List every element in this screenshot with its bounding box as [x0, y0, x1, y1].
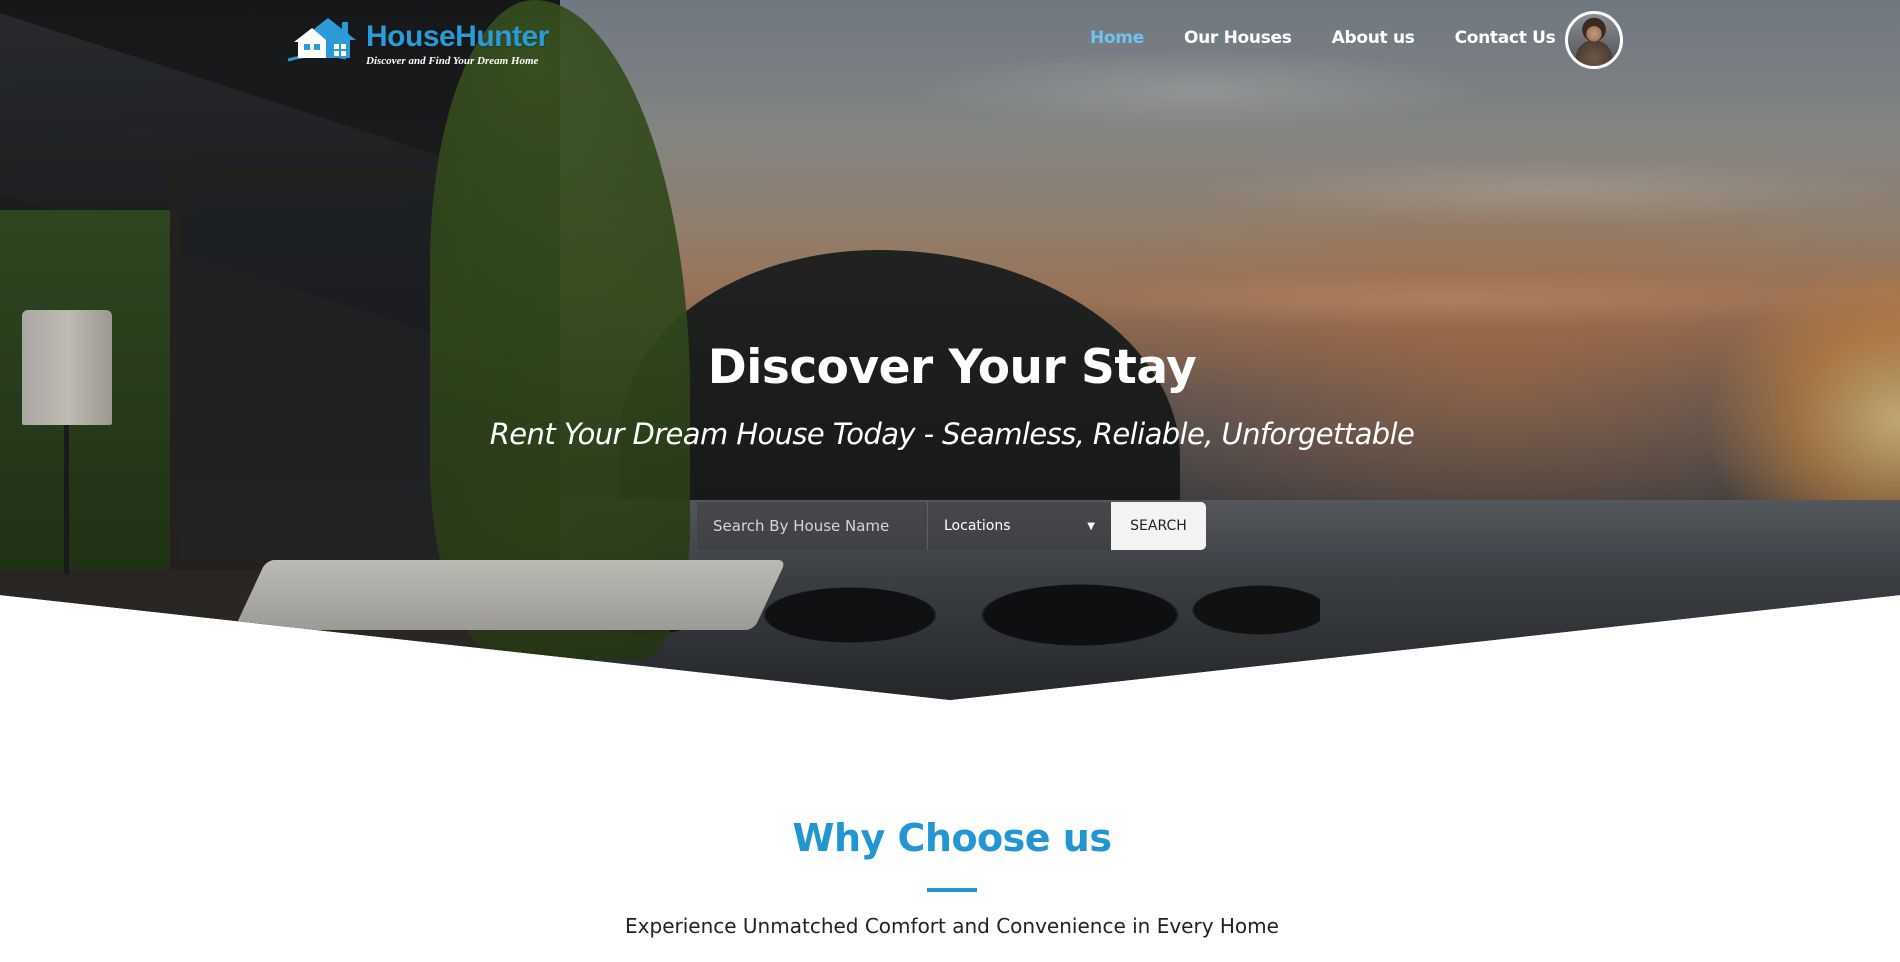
house-logo-icon	[287, 18, 356, 62]
nav-about-us[interactable]: About us	[1332, 28, 1415, 48]
user-avatar[interactable]	[1565, 11, 1623, 69]
brand-logo[interactable]: HouseHunter Discover and Find Your Dream…	[286, 14, 566, 67]
search-input[interactable]	[697, 502, 927, 550]
section-divider	[927, 888, 977, 892]
nav-home[interactable]: Home	[1090, 28, 1144, 48]
hero-subtitle: Rent Your Dream House Today - Seamless, …	[489, 417, 1415, 451]
search-button[interactable]: SEARCH	[1111, 502, 1206, 550]
section-title: Why Choose us	[792, 816, 1112, 860]
brand-name: HouseHunter	[366, 20, 549, 53]
nav-contact-us[interactable]: Contact Us	[1455, 28, 1556, 48]
brand-tagline: Discover and Find Your Dream Home	[366, 55, 539, 67]
section-subtitle: Experience Unmatched Comfort and Conveni…	[625, 914, 1279, 938]
nav-our-houses[interactable]: Our Houses	[1184, 28, 1292, 48]
hero-title: Discover Your Stay	[707, 340, 1197, 395]
caret-down-icon: ▼	[1087, 520, 1095, 532]
location-select-value: Locations	[944, 518, 1011, 534]
search-bar: Locations ▼ SEARCH	[697, 502, 1206, 550]
main-nav: Home Our Houses About us Contact Us	[1090, 28, 1595, 48]
location-select[interactable]: Locations ▼	[927, 502, 1111, 550]
